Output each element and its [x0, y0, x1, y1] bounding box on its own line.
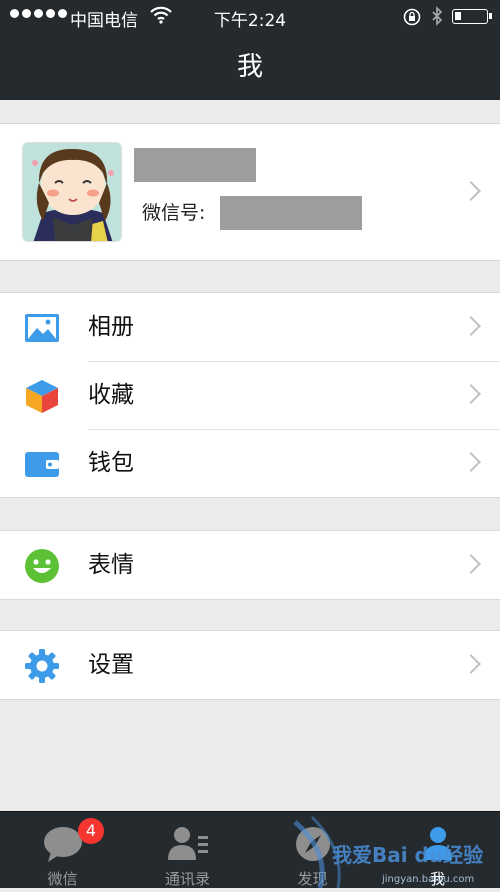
- chevron-right-icon: [461, 554, 481, 574]
- menu-section-1: 相册 收藏 钱包: [0, 292, 500, 498]
- person-icon: [416, 824, 460, 864]
- bluetooth-icon: [430, 6, 444, 31]
- unread-badge: 4: [78, 818, 104, 844]
- chevron-right-icon: [461, 452, 481, 472]
- avatar[interactable]: [22, 142, 122, 242]
- tab-label: 我: [429, 870, 445, 888]
- menu-item-label: 钱包: [88, 450, 134, 476]
- wechat-id-redacted: [220, 196, 362, 230]
- menu-item-stickers[interactable]: 表情: [0, 531, 500, 599]
- compass-icon: [291, 824, 335, 864]
- smiley-icon: [24, 548, 60, 584]
- photo-album-icon: [24, 310, 60, 346]
- menu-item-settings[interactable]: 设置: [0, 631, 500, 699]
- tab-discover[interactable]: 发现: [250, 812, 375, 888]
- favorites-cube-icon: [24, 378, 60, 414]
- wallet-icon: [24, 446, 60, 482]
- contacts-icon: [166, 824, 210, 864]
- menu-item-label: 收藏: [88, 382, 134, 408]
- menu-section-3: 设置: [0, 630, 500, 700]
- tab-chats[interactable]: 4 微信: [0, 812, 125, 888]
- tab-me[interactable]: 我: [375, 812, 500, 888]
- tab-contacts[interactable]: 通讯录: [125, 812, 250, 888]
- menu-item-label: 表情: [88, 552, 134, 578]
- chevron-right-icon: [461, 384, 481, 404]
- menu-item-album[interactable]: 相册: [0, 293, 500, 361]
- status-bar: 中国电信 下午2:24: [0, 0, 500, 34]
- page-title: 我: [236, 52, 263, 82]
- menu-item-label: 相册: [88, 314, 134, 340]
- tab-bar: 4 微信 通讯录 发现 我: [0, 811, 500, 888]
- tab-label: 通讯录: [164, 870, 210, 888]
- menu-section-2: 表情: [0, 530, 500, 600]
- rotation-lock-icon: [402, 7, 422, 32]
- tab-label: 微信: [47, 870, 78, 888]
- menu-item-favorites[interactable]: 收藏: [0, 361, 500, 429]
- status-time: 下午2:24: [213, 11, 287, 31]
- profile-name-redacted: [134, 148, 256, 182]
- nav-bar: 我: [0, 34, 500, 100]
- chevron-right-icon: [461, 181, 481, 201]
- tab-label: 发现: [297, 870, 328, 888]
- chevron-right-icon: [461, 654, 481, 674]
- menu-item-wallet[interactable]: 钱包: [0, 429, 500, 497]
- chevron-right-icon: [461, 316, 481, 336]
- wechat-id-label: 微信号:: [142, 202, 206, 224]
- battery-icon: [452, 9, 492, 24]
- gear-icon: [24, 648, 60, 684]
- menu-item-label: 设置: [88, 652, 134, 678]
- profile-card[interactable]: 微信号:: [0, 123, 500, 261]
